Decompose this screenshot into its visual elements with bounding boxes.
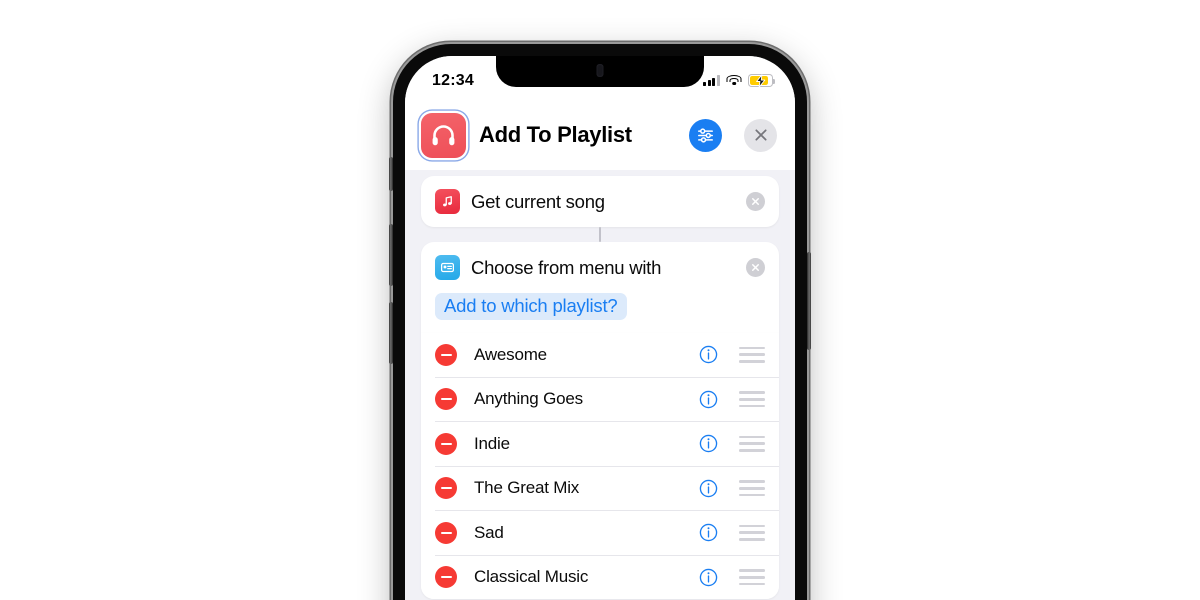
minus-circle-icon[interactable] <box>435 388 457 411</box>
info-circle-icon[interactable] <box>699 523 718 542</box>
headphones-glyph <box>432 124 455 145</box>
status-bar-clock: 12:34 <box>432 71 474 89</box>
charging-bolt-icon <box>755 74 765 87</box>
silent-switch-button[interactable] <box>389 157 393 191</box>
drag-handle-icon[interactable] <box>739 480 765 497</box>
status-bar-indicators <box>703 69 776 87</box>
iphone-device-frame: 12:34 Add To Playlist Get current song C… <box>389 41 811 600</box>
menu-item-label: Indie <box>474 433 510 453</box>
screenshot-canvas: 12:34 Add To Playlist Get current song C… <box>0 0 1200 600</box>
info-circle-icon[interactable] <box>699 568 718 587</box>
menu-item-row[interactable]: Awesome <box>421 333 779 377</box>
menu-item-label: Classical Music <box>474 567 589 587</box>
menu-item-row[interactable]: Anything Goes <box>421 377 779 421</box>
clear-circle-icon <box>752 198 759 205</box>
menu-item-label: Anything Goes <box>474 389 583 409</box>
battery-charging-icon <box>748 74 776 87</box>
menu-item-label: The Great Mix <box>474 478 580 498</box>
menu-prompt-token[interactable]: Add to which playlist? <box>435 293 627 320</box>
menu-prompt-field: Add to which playlist? <box>421 293 779 333</box>
shortcut-header-bar: Add To Playlist <box>405 100 795 170</box>
drag-handle-icon[interactable] <box>739 346 765 363</box>
menu-item-label: Sad <box>474 522 504 542</box>
drag-handle-icon[interactable] <box>739 569 765 586</box>
menu-item-label: Awesome <box>474 344 547 364</box>
close-button[interactable] <box>744 118 777 152</box>
close-icon <box>754 129 767 141</box>
minus-circle-icon[interactable] <box>435 432 457 455</box>
power-button[interactable] <box>807 252 811 350</box>
menu-card-icon <box>435 255 460 280</box>
action-title: Choose from menu with <box>471 256 662 278</box>
sliders-icon <box>698 127 713 143</box>
phone-screen: 12:34 Add To Playlist Get current song C… <box>405 56 795 600</box>
clear-action-button[interactable] <box>746 258 765 277</box>
music-note-icon <box>435 189 460 214</box>
shortcut-settings-button[interactable] <box>689 118 722 152</box>
menu-item-row[interactable]: Sad <box>421 511 779 555</box>
info-circle-icon[interactable] <box>699 345 718 364</box>
volume-down-button[interactable] <box>389 302 393 364</box>
action-card-get-current-song[interactable]: Get current song <box>421 176 779 227</box>
clear-action-button[interactable] <box>746 192 765 211</box>
minus-circle-icon[interactable] <box>435 521 457 544</box>
notch <box>496 56 704 87</box>
clear-circle-icon <box>752 264 759 271</box>
action-card-choose-from-menu[interactable]: Choose from menu with Add to which playl… <box>421 242 779 333</box>
cellular-bars-icon <box>703 75 720 86</box>
menu-item-row[interactable]: Indie <box>421 422 779 466</box>
action-title: Get current song <box>471 190 605 212</box>
info-circle-icon[interactable] <box>699 390 718 409</box>
drag-handle-icon[interactable] <box>739 391 765 408</box>
minus-circle-icon[interactable] <box>435 343 457 366</box>
action-connector-line <box>599 227 601 242</box>
drag-handle-icon[interactable] <box>739 435 765 452</box>
info-circle-icon[interactable] <box>699 479 718 498</box>
action-card-row: Choose from menu with <box>421 242 779 293</box>
info-circle-icon[interactable] <box>699 434 718 453</box>
volume-up-button[interactable] <box>389 224 393 286</box>
shortcut-action-list: Get current song Choose from menu with A… <box>405 170 795 600</box>
menu-card-glyph <box>440 262 454 273</box>
action-card-row: Get current song <box>421 176 779 227</box>
menu-item-row[interactable]: The Great Mix <box>421 466 779 510</box>
page-title: Add To Playlist <box>479 122 632 147</box>
minus-circle-icon[interactable] <box>435 477 457 500</box>
wifi-icon <box>726 74 742 87</box>
drag-handle-icon[interactable] <box>739 524 765 541</box>
minus-circle-icon[interactable] <box>435 566 457 589</box>
music-note-glyph <box>443 196 452 207</box>
face-id-sensor-icon <box>596 64 604 77</box>
headphones-icon <box>421 112 466 158</box>
playlist-menu-items-list: Awesome Anything Goes Indie The Great Mix Sa… <box>421 333 779 599</box>
menu-item-row[interactable]: Classical Music <box>421 555 779 599</box>
